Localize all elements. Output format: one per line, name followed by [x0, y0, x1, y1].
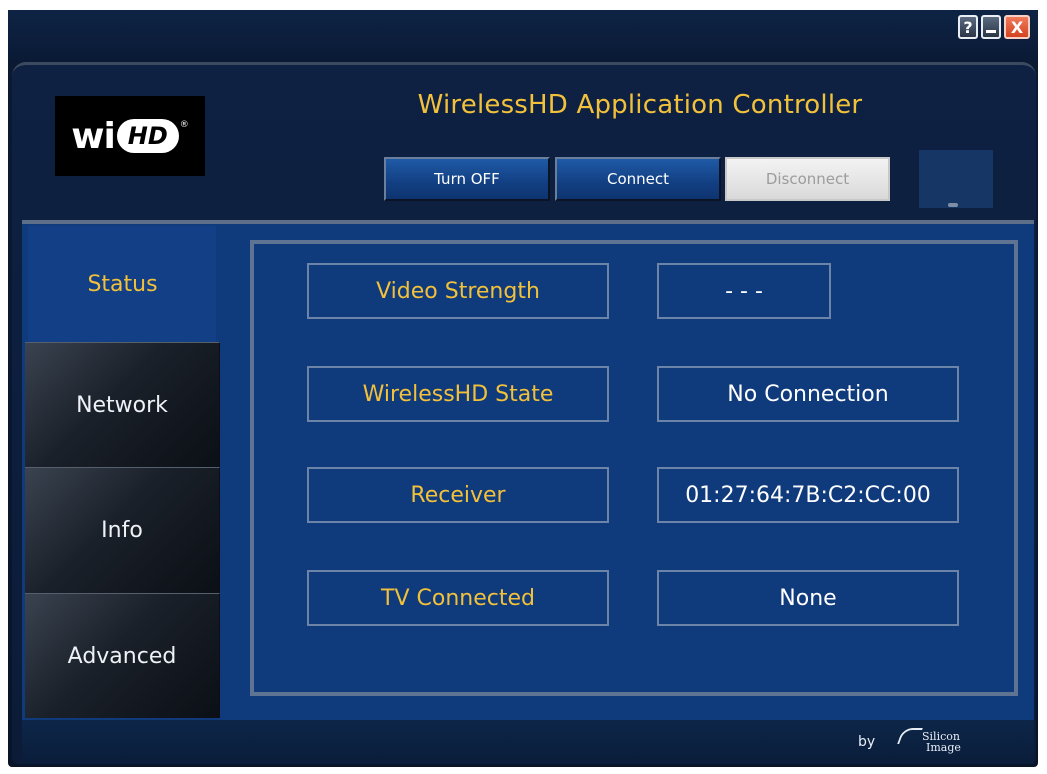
tab-info[interactable]: Info [25, 467, 220, 593]
help-button[interactable]: ? [958, 15, 978, 39]
wihd-logo: wi HD ® [55, 96, 205, 176]
video-strength-label: Video Strength [307, 263, 609, 319]
wirelesshd-state-value: No Connection [657, 366, 959, 422]
receiver-value: 01:27:64:7B:C2:CC:00 [657, 467, 959, 523]
brand-line-2: Image [926, 741, 961, 754]
footer-bar [22, 720, 1034, 764]
tab-status[interactable]: Status [25, 226, 220, 342]
tv-connected-label: TV Connected [307, 570, 609, 626]
video-strength-value: - - - [657, 263, 831, 319]
silicon-image-logo: Silicon Image [900, 724, 961, 760]
signal-dot [948, 203, 958, 207]
close-button[interactable]: X [1004, 15, 1030, 39]
tv-connected-value: None [657, 570, 959, 626]
disconnect-button[interactable]: Disconnect [725, 157, 890, 201]
logo-wi-text: wi [71, 115, 116, 157]
footer-by-label: by [858, 734, 876, 750]
logo-hd-badge: HD [116, 119, 179, 153]
minimize-button[interactable] [981, 15, 1001, 39]
connect-button[interactable]: Connect [555, 157, 721, 201]
registered-mark: ® [179, 120, 189, 130]
tab-network[interactable]: Network [25, 342, 220, 467]
app-title: WirelessHD Application Controller [417, 90, 863, 120]
minimize-icon [986, 29, 996, 33]
title-bar [8, 10, 1038, 62]
tab-advanced[interactable]: Advanced [25, 593, 220, 718]
turn-off-button[interactable]: Turn OFF [384, 157, 550, 201]
wirelesshd-state-label: WirelessHD State [307, 366, 609, 422]
signal-indicator-icon [919, 150, 993, 208]
receiver-label: Receiver [307, 467, 609, 523]
